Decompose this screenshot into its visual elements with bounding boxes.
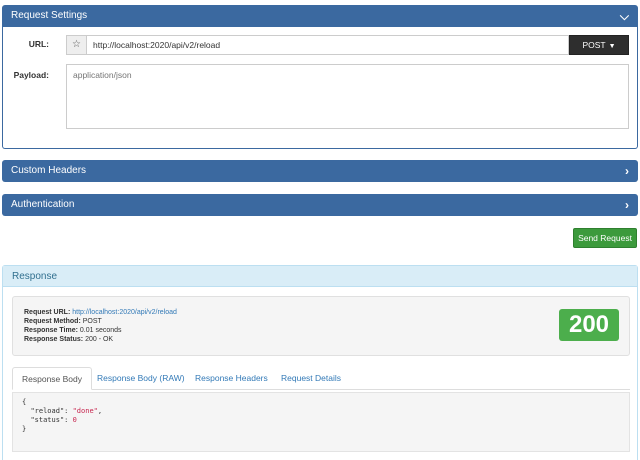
chevron-right-icon[interactable]: ›	[625, 160, 629, 182]
url-input[interactable]	[86, 35, 569, 55]
url-label: URL:	[28, 39, 49, 49]
custom-headers-header[interactable]: Custom Headers ›	[2, 160, 638, 182]
tab-response-body[interactable]: Response Body	[12, 367, 93, 390]
response-summary: Request URL: http://localhost:2020/api/v…	[12, 296, 630, 356]
response-header: Response	[3, 266, 637, 287]
tab-response-body-raw[interactable]: Response Body (RAW)	[88, 367, 194, 390]
send-request-button[interactable]: Send Request	[573, 228, 637, 248]
payload-label: Payload:	[13, 70, 49, 80]
star-icon[interactable]: ☆	[66, 35, 86, 55]
summary-response-status: Response Status: 200 - OK	[24, 336, 113, 343]
request-method-label: Request Method:	[24, 318, 81, 325]
json-close-brace: }	[22, 425, 27, 433]
request-url-label: Request URL:	[24, 309, 71, 316]
tab-response-headers[interactable]: Response Headers	[186, 367, 277, 390]
request-url-link[interactable]: http://localhost:2020/api/v2/reload	[72, 309, 177, 316]
chevron-right-icon[interactable]: ›	[625, 194, 629, 216]
json-key-status: "status"	[30, 416, 65, 424]
request-settings-title: Request Settings	[11, 10, 88, 21]
caret-down-icon: ▼	[608, 43, 616, 50]
chevron-down-icon[interactable]: ⌵	[620, 5, 629, 27]
response-panel: Response Request URL: http://localhost:2…	[2, 265, 638, 460]
summary-response-time: Response Time: 0.01 seconds	[24, 327, 122, 334]
tab-request-details[interactable]: Request Details	[272, 367, 350, 390]
request-settings-header[interactable]: Request Settings ⌵	[2, 5, 638, 27]
response-tabs: Response Body Response Body (RAW) Respon…	[12, 367, 630, 390]
summary-request-url: Request URL: http://localhost:2020/api/v…	[24, 309, 177, 316]
authentication-header[interactable]: Authentication ›	[2, 194, 638, 216]
response-time-value: 0.01 seconds	[79, 327, 122, 334]
authentication-title: Authentication	[11, 199, 75, 210]
response-status-value: 200 - OK	[85, 336, 114, 343]
request-method-value: POST	[82, 318, 102, 325]
response-body-code: { "reload": "done", "status": 0 }	[12, 392, 630, 452]
json-open-brace: {	[22, 398, 27, 406]
json-value-reload: "done"	[72, 407, 98, 415]
payload-textarea[interactable]	[66, 64, 629, 129]
status-code-badge: 200	[559, 309, 619, 341]
json-value-status: 0	[72, 416, 77, 424]
response-status-label: Response Status:	[24, 336, 84, 343]
json-key-reload: "reload"	[30, 407, 65, 415]
method-dropdown-button[interactable]: POST ▼	[569, 35, 629, 55]
summary-request-method: Request Method: POST	[24, 318, 102, 325]
request-settings-body: URL: ☆ POST▼ Payload:	[2, 27, 638, 149]
method-label: POST	[582, 40, 606, 50]
custom-headers-title: Custom Headers	[11, 165, 87, 176]
response-time-label: Response Time:	[24, 327, 78, 334]
